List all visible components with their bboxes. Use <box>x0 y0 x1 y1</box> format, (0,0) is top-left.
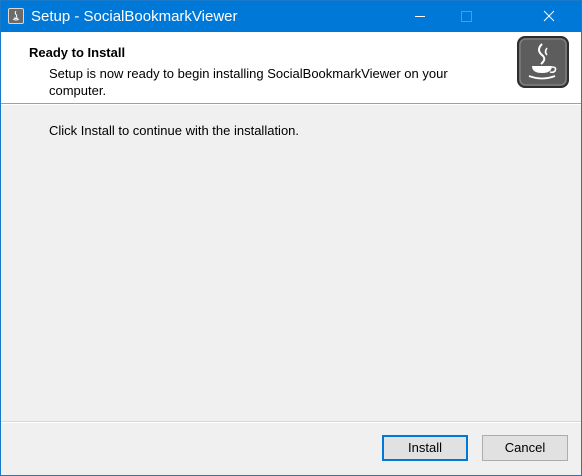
setup-window: Setup - SocialBookmarkViewer Ready to In… <box>0 0 582 476</box>
maximize-icon <box>461 11 472 22</box>
install-instructions: Click Install to continue with the insta… <box>49 123 300 138</box>
close-button[interactable] <box>535 1 581 32</box>
maximize-button <box>443 1 489 32</box>
close-icon <box>543 10 555 22</box>
wizard-header: Ready to Install Setup is now ready to b… <box>1 32 581 103</box>
page-description: Setup is now ready to begin installing S… <box>49 66 448 98</box>
window-title: Setup - SocialBookmarkViewer <box>31 8 238 25</box>
java-logo-icon <box>517 36 569 88</box>
header-divider <box>1 103 581 105</box>
minimize-icon <box>415 16 425 17</box>
cancel-button[interactable]: Cancel <box>482 435 568 461</box>
minimize-button[interactable] <box>397 1 443 32</box>
title-bar[interactable]: Setup - SocialBookmarkViewer <box>1 1 581 32</box>
install-button[interactable]: Install <box>382 435 468 461</box>
java-app-icon <box>8 8 24 24</box>
page-title: Ready to Install <box>29 45 126 60</box>
footer-divider <box>1 421 581 423</box>
